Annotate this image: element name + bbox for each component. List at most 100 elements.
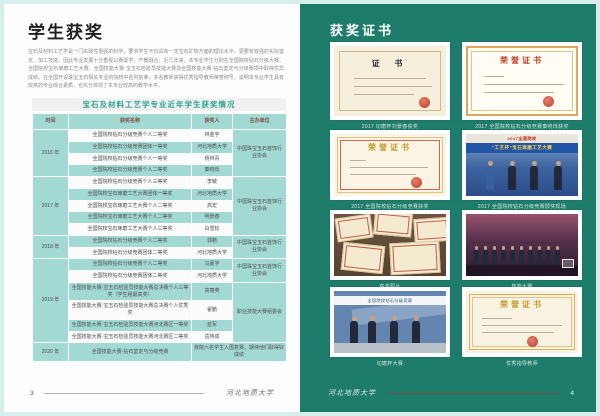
person-figure [474, 250, 479, 265]
award-cell: 全国院校钻石分级竞赛个人二等奖 [69, 235, 192, 247]
winner-cell: 马夏宇 [192, 259, 233, 271]
table-row: 全国技能大赛·宝玉石检验员技能大赛总决赛个人三等奖（学生组最高奖） 高丽英 职业… [33, 282, 287, 301]
award-cell: 全国院校钻石分级竞赛个人一等奖 [69, 153, 192, 165]
person-figure [555, 250, 560, 265]
text-line [482, 318, 512, 319]
table-row: 2020 年 全国技能大赛·钻石鉴定与分级竞赛 我院六名学生入围复赛，期待他们取… [33, 343, 287, 362]
certificate-title: 荣誉证书 [466, 299, 578, 310]
award-cell: 全国院校钻石分级竞赛个人二等奖 [69, 165, 192, 177]
award-cell: 全国技能大赛·宝玉石检验员技能大赛河北赛区二等奖 [69, 331, 192, 343]
page-title: 学生获奖 [28, 18, 104, 43]
person-figure [483, 250, 488, 265]
table-row: 2016 年 全国院校钻石分级竞赛个人二等奖 林金宇 中国珠宝玉石首饰行业协会 [33, 130, 287, 142]
winner-cell: 杨林青 [192, 153, 233, 165]
gallery-caption: 优秀指导教师 [462, 361, 582, 368]
award-cell: 全国院校钻石分级竞赛个人二等奖 [69, 130, 192, 142]
intro-paragraph: 宝石及材料工艺学是一门实践性很强的科学，要求学生不仅具有一定宝石矿物方面的理论水… [28, 48, 284, 91]
photo-thumb [334, 214, 446, 276]
person-figure [486, 166, 494, 190]
person-figure [350, 321, 358, 345]
text-line [482, 325, 562, 326]
photo-thumb [466, 214, 578, 276]
text-line [484, 84, 564, 85]
organizer-cell: 中国珠宝玉石首饰行业协会 [233, 259, 287, 283]
year-cell: 2016 年 [33, 130, 69, 177]
year-cell: 2019 年 [33, 259, 69, 343]
winner-cell: 明景春 [192, 212, 233, 224]
winner-cell: 河北地质大学 [192, 188, 233, 200]
university-logo: 河北地质大学 [226, 388, 274, 398]
person-figure [546, 250, 551, 265]
award-cell: 全国院校钻石分级竞赛个人二等奖 [69, 259, 192, 271]
photo-thumb: 2017全国院校 “工艺杯”宝石琢磨工艺大赛 [466, 134, 578, 196]
gallery-item: 荣誉证书 2017 全国院校钻石分级竞赛秦晓烁获奖 [462, 42, 582, 131]
certificate-thumb: 荣誉证书 [466, 291, 578, 353]
header-organizer: 主办单位 [233, 114, 287, 130]
winner-cell: 秦晓烁 [192, 165, 233, 177]
page-number: 3 [30, 390, 34, 397]
person-figure [390, 321, 398, 345]
year-cell: 2018 年 [33, 235, 69, 259]
text-line [350, 174, 416, 175]
stage-floor [334, 343, 446, 353]
text-line [484, 76, 504, 77]
gallery-item: 证 书 2017 切磨杯刘景春获奖 [330, 42, 450, 131]
person-figure [492, 250, 497, 265]
certificate-title: 证 书 [334, 58, 446, 69]
footer-rule [44, 393, 204, 394]
organizer-cell: 中国珠宝玉石首饰行业协会 [233, 177, 287, 236]
gallery-item: 荣誉证书 2017 全国院校钻石分级竞赛获奖 [330, 130, 450, 211]
person-figure [519, 250, 524, 265]
photo-card [330, 210, 450, 280]
footer-rule [388, 393, 558, 394]
award-cell: 全国技能大赛·钻石鉴定与分级竞赛 [69, 343, 192, 362]
awards-table: 时间 获奖名称 获奖人 主办单位 2016 年 全国院校钻石分级竞赛个人二等奖 … [32, 113, 287, 362]
table-header-row: 时间 获奖名称 获奖人 主办单位 [33, 114, 287, 130]
certificate-paper [341, 242, 386, 274]
seal-icon [419, 97, 430, 108]
award-cell: 全国院校钻石分级竞赛团体二等奖 [69, 247, 192, 259]
gallery-item: 荣誉证书 优秀指导教师 [462, 287, 582, 368]
award-cell: 全国院校宝石琢磨工艺大赛个人二等奖 [69, 200, 192, 212]
person-figure [510, 250, 515, 265]
table-row: 2019 年 全国院校钻石分级竞赛个人二等奖 马夏宇 中国珠宝玉石首饰行业协会 [33, 259, 287, 271]
seal-icon [411, 177, 422, 188]
awards-table-section: 宝石及材料工艺学专业近年学生获奖情况 时间 获奖名称 获奖人 主办单位 2016… [32, 98, 286, 362]
gallery-item: 技能大赛 [462, 210, 582, 291]
year-cell: 2017 年 [33, 177, 69, 236]
text-line [484, 92, 554, 93]
text-line [350, 167, 428, 168]
certificate-card: 荣誉证书 [462, 42, 582, 120]
text-line [354, 86, 432, 87]
certificate-thumb: 荣誉证书 [334, 134, 446, 196]
winner-cell: 翟鹏 [192, 301, 233, 320]
photo-thumb: 全国院校钻石分级竞赛 [334, 291, 446, 353]
text-line [482, 332, 554, 333]
note-cell: 我院六名学生入围复赛，期待他们取得好成绩 [192, 343, 287, 362]
certificate-thumb: 证 书 [334, 46, 446, 116]
text-line [354, 94, 414, 95]
year-cell: 2020 年 [33, 343, 69, 362]
banner-text: 2017全国院校 [466, 134, 578, 143]
photo-card: 2017全国院校 “工艺杯”宝石琢磨工艺大赛 [462, 130, 582, 200]
organizer-cell: 中国珠宝玉石首饰行业协会 [233, 235, 287, 259]
person-figure [508, 166, 516, 190]
banner-text: 全国院校钻石分级竞赛 [334, 296, 446, 305]
screen-icon [562, 259, 574, 268]
certificate-title: 荣誉证书 [334, 142, 446, 153]
table-row: 2018 年 全国院校钻石分级竞赛个人二等奖 郭鹏 中国珠宝玉石首饰行业协会 [33, 235, 287, 247]
seal-icon [527, 336, 538, 347]
winner-cell: 高宏 [192, 200, 233, 212]
seal-icon [543, 96, 554, 107]
person-figure [554, 166, 562, 190]
certificate-paper [373, 214, 413, 238]
gallery-item: 2017全国院校 “工艺杯”宝石琢磨工艺大赛 2017 全国院校钻石分级竞赛颁奖… [462, 130, 582, 211]
photo-card [462, 210, 582, 280]
certificate-card: 荣誉证书 [330, 130, 450, 200]
text-line [354, 78, 426, 79]
certificate-card: 证 书 [330, 42, 450, 120]
person-figure [537, 250, 542, 265]
winner-cell: 蓝军 [192, 319, 233, 331]
winner-cell: 河北地质大学 [192, 271, 233, 283]
award-cell: 全国院校钻石分级竞赛个人三等奖 [69, 177, 192, 189]
